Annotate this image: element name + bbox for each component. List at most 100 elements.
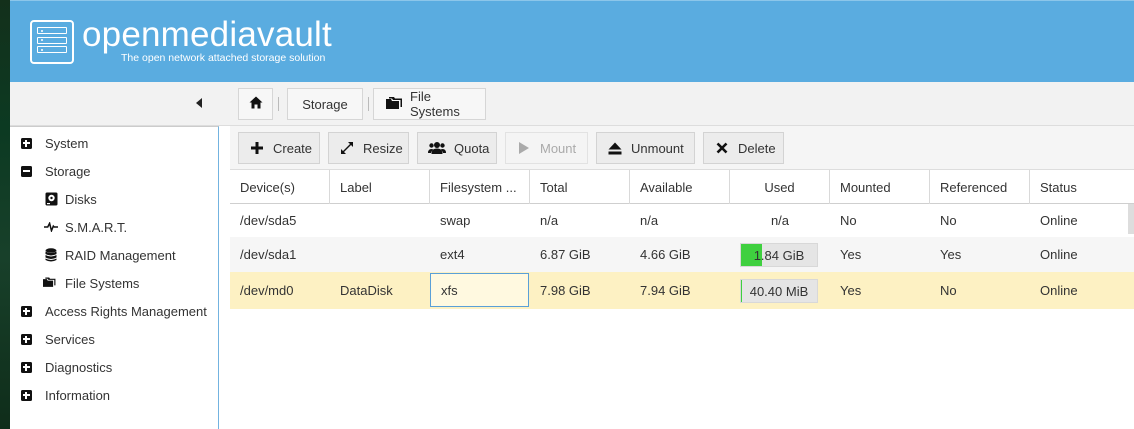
breadcrumb-storage[interactable]: Storage: [287, 88, 363, 120]
action-toolbar: Create Resize Quota Mount Unmount Delete: [230, 126, 1134, 170]
breadcrumb-separator: [368, 97, 369, 111]
plus-square-icon[interactable]: [19, 136, 33, 150]
unmount-button-label: Unmount: [631, 140, 684, 156]
resize-button[interactable]: Resize: [328, 132, 409, 164]
nav-item-file-systems[interactable]: File Systems: [10, 269, 218, 297]
navigation-tree: System Storage Disks S.M.A.R.T. RAID Man…: [10, 126, 219, 429]
nav-item-label: Information: [45, 387, 111, 403]
cell-device: /dev/sda1: [240, 247, 297, 262]
cell-status: Online: [1040, 283, 1078, 298]
nav-item-label: Diagnostics: [45, 359, 113, 375]
cell-mounted: No: [840, 213, 857, 228]
nav-item-system[interactable]: System: [10, 129, 218, 157]
plus-square-icon[interactable]: [19, 360, 33, 374]
nav-item-label: RAID Management: [65, 247, 176, 263]
app-header: openmediavault The open network attached…: [10, 0, 1134, 82]
nav-item-label: Access Rights Management: [45, 303, 207, 319]
quota-button[interactable]: Quota: [417, 132, 497, 164]
column-header-status[interactable]: Status: [1030, 170, 1134, 204]
quota-button-label: Quota: [454, 140, 490, 156]
cell-filesystem: ext4: [440, 247, 465, 262]
eject-icon: [607, 140, 623, 156]
column-header-used[interactable]: Used: [730, 170, 830, 204]
cell-available: n/a: [640, 213, 659, 228]
plus-icon: [249, 140, 265, 156]
nav-item-label: S.M.A.R.T.: [65, 219, 128, 235]
column-header-label[interactable]: Label: [330, 170, 430, 204]
nav-item-label: Services: [45, 331, 95, 347]
column-header-mounted[interactable]: Mounted: [830, 170, 930, 204]
cell-referenced: No: [940, 213, 957, 228]
cell-label: [330, 204, 430, 237]
breadcrumb-file-systems[interactable]: File Systems: [373, 88, 486, 120]
users-icon: [428, 140, 446, 156]
unmount-button[interactable]: Unmount: [596, 132, 695, 164]
home-icon: [249, 96, 263, 112]
folders-icon: [386, 97, 404, 111]
create-button[interactable]: Create: [238, 132, 320, 164]
nav-item-access-rights-management[interactable]: Access Rights Management: [10, 297, 218, 325]
cell-used: n/a: [770, 213, 790, 228]
breadcrumb-storage-label: Storage: [302, 96, 348, 112]
used-progress-bar: 1.84 GiB: [740, 243, 818, 267]
plus-square-icon[interactable]: [19, 388, 33, 402]
cell-label: DataDisk: [340, 283, 393, 298]
nav-item-services[interactable]: Services: [10, 325, 218, 353]
nav-item-disks[interactable]: Disks: [10, 185, 218, 213]
cell-referenced: No: [940, 283, 957, 298]
cell-referenced: Yes: [940, 247, 962, 262]
delete-button[interactable]: Delete: [703, 132, 784, 164]
cell-filesystem-focused[interactable]: xfs: [430, 273, 529, 307]
column-header-label: Label: [340, 179, 372, 195]
play-icon: [516, 140, 532, 156]
nav-item-storage[interactable]: Storage: [10, 157, 218, 185]
nav-item-diagnostics[interactable]: Diagnostics: [10, 353, 218, 381]
column-header-label: Status: [1040, 179, 1077, 195]
cell-filesystem: swap: [440, 213, 471, 228]
pulse-icon: [44, 220, 58, 234]
used-progress-text: 40.40 MiB: [749, 283, 809, 299]
column-header-referenced[interactable]: Referenced: [930, 170, 1030, 204]
vertical-scrollbar[interactable]: [1128, 204, 1134, 234]
breadcrumb-file-systems-label: File Systems: [410, 89, 460, 119]
mount-button[interactable]: Mount: [505, 132, 588, 164]
nav-item-smart[interactable]: S.M.A.R.T.: [10, 213, 218, 241]
column-header-label: Referenced: [940, 179, 1008, 195]
app-title: openmediavault: [82, 15, 332, 54]
folders-icon: [43, 276, 57, 290]
cell-available: 4.66 GiB: [640, 247, 691, 262]
breadcrumb-home[interactable]: [238, 88, 273, 120]
breadcrumb-bar: Storage File Systems: [10, 82, 1134, 126]
cell-status: Online: [1040, 247, 1078, 262]
table-header: Device(s) Label Filesystem ... Total Ava…: [230, 170, 1134, 204]
nav-item-information[interactable]: Information: [10, 381, 218, 409]
column-header-total[interactable]: Total: [530, 170, 630, 204]
cell-mounted: Yes: [840, 247, 862, 262]
close-icon: [714, 140, 730, 156]
nav-item-raid-management[interactable]: RAID Management: [10, 241, 218, 269]
cell-total: n/a: [540, 213, 559, 228]
table-row[interactable]: /dev/sda1 ext4 6.87 GiB 4.66 GiB 1.84 Gi…: [230, 237, 1134, 272]
column-header-label: Used: [764, 179, 795, 195]
minus-square-icon[interactable]: [19, 164, 33, 178]
nav-item-label: System: [45, 135, 89, 151]
caret-left-icon[interactable]: [193, 96, 205, 110]
cell-available: 7.94 GiB: [640, 283, 691, 298]
column-header-filesystem[interactable]: Filesystem ...: [430, 170, 530, 204]
table-row[interactable]: /dev/sda5 swap n/a n/a n/a No No Online: [230, 204, 1134, 237]
nav-item-label: Disks: [65, 191, 97, 207]
app-window: openmediavault The open network attached…: [10, 0, 1134, 429]
column-header-available[interactable]: Available: [630, 170, 730, 204]
delete-button-label: Delete: [738, 140, 776, 156]
table-row-selected[interactable]: /dev/md0 DataDisk xfs 7.98 GiB 7.94 GiB …: [230, 272, 1134, 309]
plus-square-icon[interactable]: [19, 332, 33, 346]
nav-item-label: File Systems: [65, 275, 140, 291]
disk-icon: [44, 192, 58, 206]
database-icon: [44, 248, 58, 262]
cell-status: Online: [1040, 213, 1078, 228]
column-header-label: Device(s): [240, 179, 295, 195]
plus-square-icon[interactable]: [19, 304, 33, 318]
column-header-devices[interactable]: Device(s): [230, 170, 330, 204]
used-progress-text: 1.84 GiB: [753, 247, 805, 263]
cell-device: /dev/md0: [240, 283, 294, 298]
